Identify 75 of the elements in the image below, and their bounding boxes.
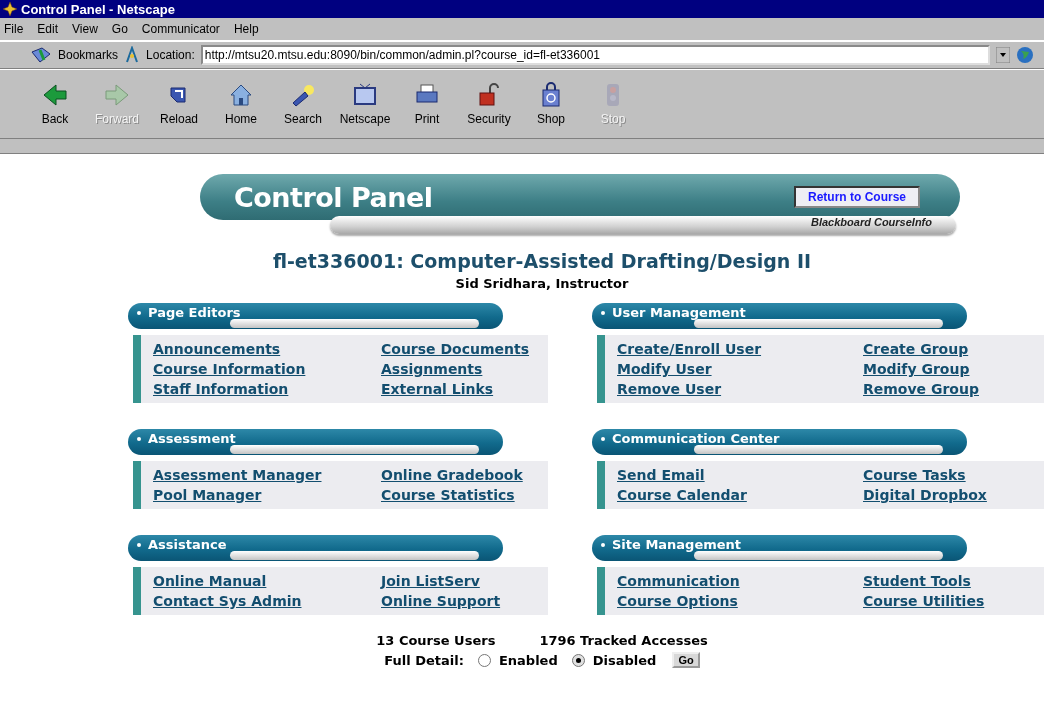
nav-link[interactable]: Course Statistics: [381, 485, 515, 505]
menu-item[interactable]: Communicator: [141, 22, 220, 36]
nav-link[interactable]: Create/Enroll User: [617, 339, 762, 359]
house-icon: [228, 82, 254, 108]
menu-item[interactable]: Go: [111, 22, 128, 36]
nav-link[interactable]: Remove User: [617, 379, 722, 399]
toolbar-button[interactable]: Print: [396, 74, 458, 134]
toolbar-button[interactable]: Search: [272, 74, 334, 134]
section-header: Communication Center: [592, 429, 967, 455]
return-button[interactable]: Return to Course: [794, 186, 920, 208]
nav-link[interactable]: Online Support: [381, 591, 501, 611]
dropdown-arrow-icon[interactable]: [996, 47, 1010, 63]
stat-text: 1796 Tracked Accesses: [539, 633, 708, 648]
arrow-right-icon: [104, 82, 130, 108]
padlock-icon: [476, 82, 502, 108]
window-title: Control Panel - Netscape: [21, 1, 175, 17]
star-logo-icon: [3, 2, 17, 16]
nav-link[interactable]: Modify Group: [863, 359, 970, 379]
nav-link[interactable]: Send Email: [617, 465, 705, 485]
menu-item[interactable]: Edit: [37, 22, 59, 36]
nav-link[interactable]: Staff Information: [153, 379, 289, 399]
nav-link[interactable]: Course Options: [617, 591, 738, 611]
nav-link[interactable]: Course Calendar: [617, 485, 747, 505]
section-header: Assessment: [128, 429, 503, 455]
back-arrow-icon: [42, 82, 68, 108]
nav-link[interactable]: Contact Sys Admin: [153, 591, 302, 611]
nav-link[interactable]: Student Tools: [863, 571, 971, 591]
nav-link[interactable]: Modify User: [617, 359, 712, 379]
nav-link[interactable]: Communication: [617, 571, 740, 591]
nav-link[interactable]: Assessment Manager: [153, 465, 322, 485]
nav-link[interactable]: Online Gradebook: [381, 465, 523, 485]
section-header: Page Editors: [128, 303, 503, 329]
section-header: Assistance: [128, 535, 503, 561]
radio-label: Disabled: [592, 652, 657, 668]
menu-item[interactable]: File: [4, 22, 24, 36]
nav-link[interactable]: Online Manual: [153, 571, 267, 591]
subtitle-bar: Blackboard CourseInfo: [330, 216, 956, 234]
location-label: Location:: [146, 48, 195, 62]
section-header: Site Management: [592, 535, 967, 561]
stat-text: 13 Course Users: [376, 633, 496, 648]
go-button[interactable]: Go: [672, 652, 700, 668]
nav-link[interactable]: Join ListServ: [381, 571, 480, 591]
banner-title: Control Panel: [234, 181, 433, 213]
bookmarks-menu[interactable]: Bookmarks: [58, 48, 119, 62]
menu-item[interactable]: View: [72, 22, 98, 36]
course-title: fl-et336001: Computer-Assisted Drafting/Design II: [271, 250, 812, 272]
toolbar-button[interactable]: Security: [458, 74, 520, 134]
globe-icon: [1016, 46, 1034, 64]
nav-link[interactable]: Announcements: [153, 339, 281, 359]
instructor-name: Sid Sridhara, Instructor: [454, 276, 629, 291]
bookmarks-icon: [30, 46, 52, 64]
menu-item[interactable]: Help: [233, 22, 259, 36]
radio-label: Enabled: [498, 652, 558, 668]
full-detail-label: Full Detail:: [384, 652, 464, 668]
toolbar-button[interactable]: Back: [24, 74, 86, 134]
nav-link[interactable]: Course Information: [153, 359, 306, 379]
nav-link[interactable]: Course Utilities: [863, 591, 985, 611]
toolbar-button[interactable]: Netscape: [334, 74, 396, 134]
nav-link[interactable]: Course Tasks: [863, 465, 966, 485]
nav-link[interactable]: Course Documents: [381, 339, 530, 359]
radio-button[interactable]: [571, 653, 585, 667]
nav-link[interactable]: Assignments: [381, 359, 483, 379]
location-field[interactable]: http://mtsu20.mtsu.edu:8090/bin/common/admin.pl?course_id=fl-et336001: [200, 45, 990, 65]
nav-link[interactable]: External Links: [381, 379, 494, 399]
toolbar-button[interactable]: Reload: [148, 74, 210, 134]
radio-button[interactable]: [477, 653, 491, 667]
nav-link[interactable]: Pool Manager: [153, 485, 262, 505]
tv-box-icon: [352, 82, 378, 108]
nav-link[interactable]: Remove Group: [863, 379, 979, 399]
section-header: User Management: [592, 303, 967, 329]
nav-link[interactable]: Digital Dropbox: [863, 485, 987, 505]
nav-link[interactable]: Create Group: [863, 339, 969, 359]
toolbar-button[interactable]: Home: [210, 74, 272, 134]
flashlight-icon: [290, 82, 316, 108]
toolbar-button[interactable]: Shop: [520, 74, 582, 134]
